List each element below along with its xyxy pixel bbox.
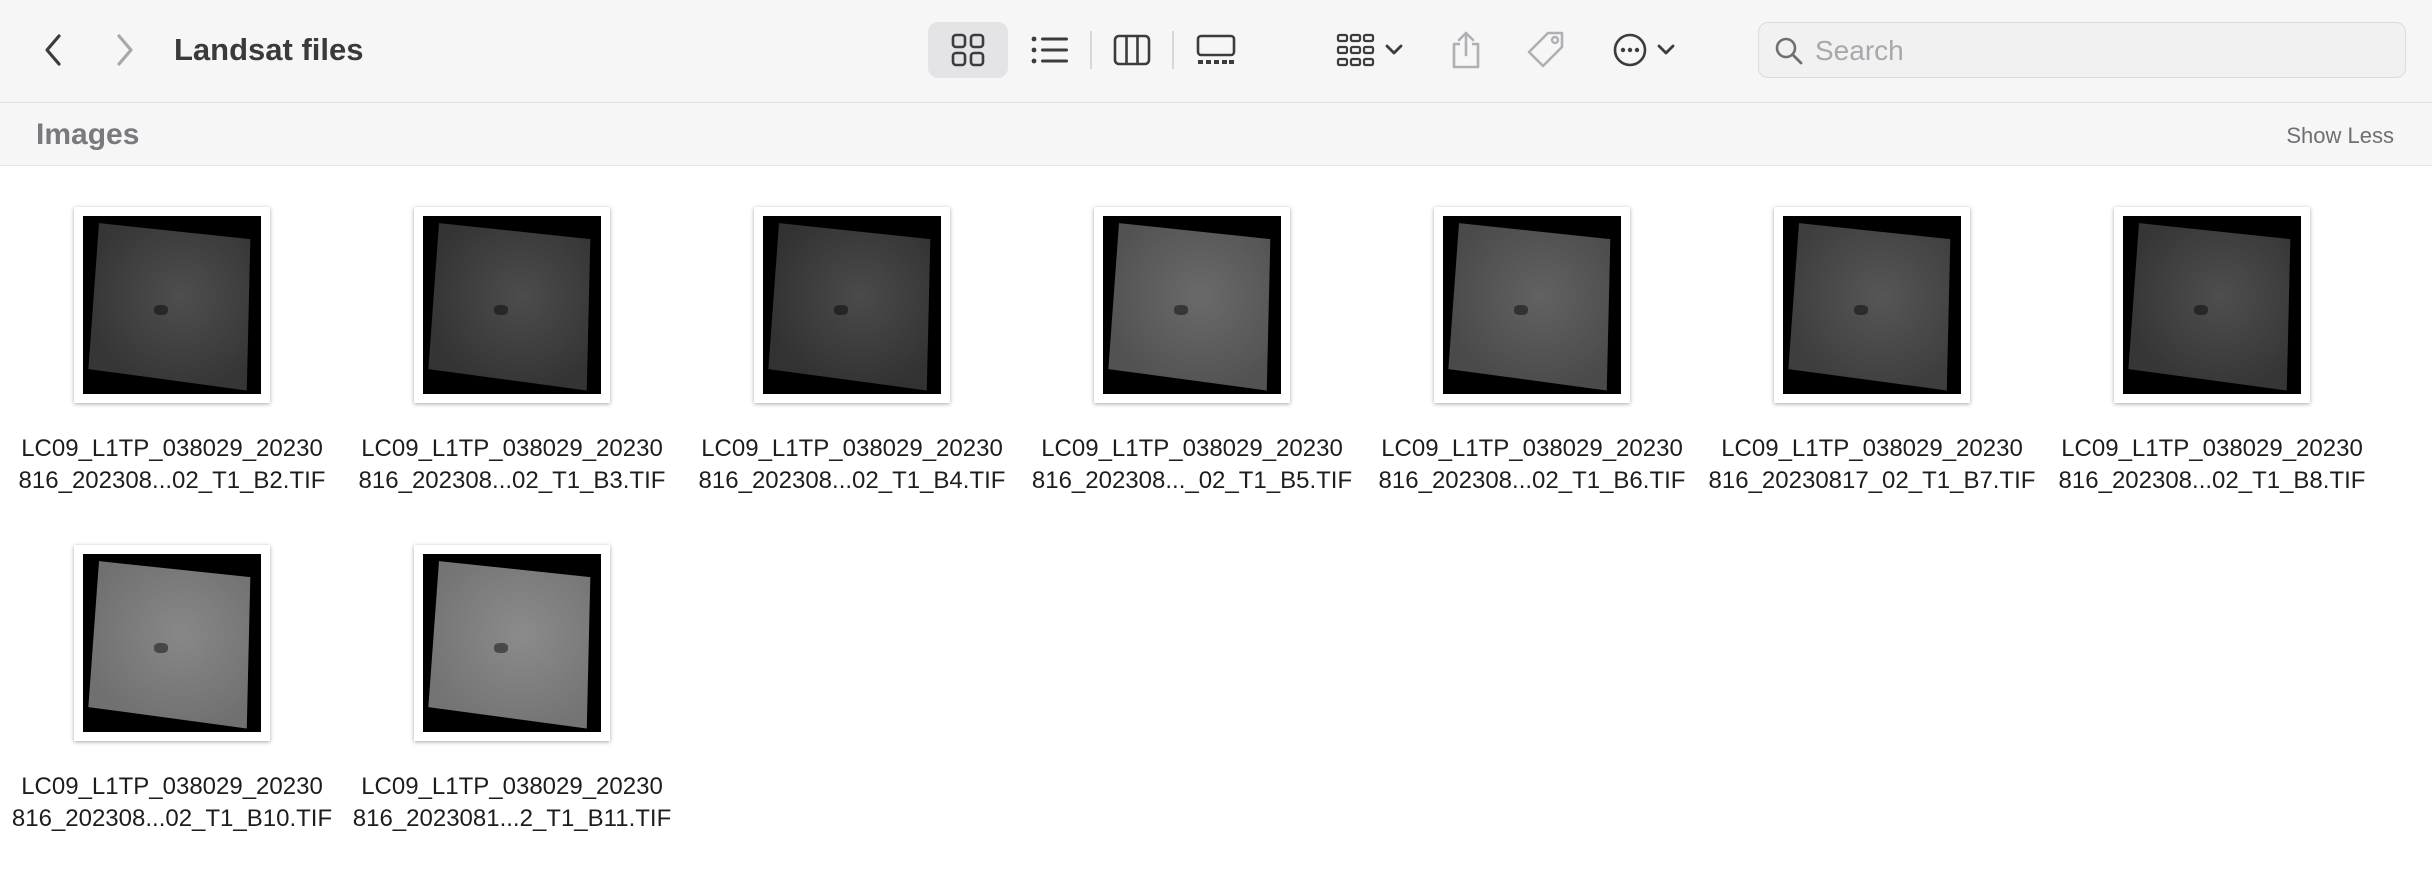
satellite-image-preview bbox=[423, 216, 601, 394]
file-name-line-2: 816_202308...02_T1_B3.TIF bbox=[358, 467, 666, 494]
file-name-line-1: LC09_L1TP_038029_20230 bbox=[361, 435, 663, 462]
list-icon bbox=[1031, 36, 1068, 64]
show-less-button[interactable]: Show Less bbox=[2286, 121, 2394, 151]
file-name: LC09_L1TP_038029_20230 816_202308...02_T1… bbox=[340, 433, 684, 497]
file-name-line-1: LC09_L1TP_038029_20230 bbox=[1041, 435, 1343, 462]
file-item[interactable]: LC09_L1TP_038029_20230 816_202308...02_T1… bbox=[0, 545, 332, 875]
chevron-left-icon bbox=[45, 34, 61, 66]
search-input[interactable] bbox=[1813, 31, 2377, 71]
scene-footprint bbox=[1108, 223, 1271, 391]
tag-button[interactable] bbox=[1518, 22, 1574, 78]
window-title: Landsat files bbox=[174, 32, 364, 67]
file-thumbnail bbox=[74, 545, 270, 741]
file-name-line-1: LC09_L1TP_038029_20230 bbox=[1381, 435, 1683, 462]
group-by-button[interactable] bbox=[1330, 22, 1410, 78]
file-thumbnail bbox=[414, 545, 610, 741]
file-name: LC09_L1TP_038029_20230 816_20230817_02_T1… bbox=[1700, 433, 2044, 497]
file-name-line-2: 816_202308...02_T1_B6.TIF bbox=[1378, 467, 1686, 494]
file-name: LC09_L1TP_038029_20230 816_202308...02_T1… bbox=[0, 433, 344, 497]
view-as-gallery-button[interactable] bbox=[1186, 22, 1246, 78]
satellite-image-preview bbox=[2123, 216, 2301, 394]
file-name: LC09_L1TP_038029_20230 816_202308...02_T1… bbox=[680, 433, 1024, 497]
scene-footprint bbox=[88, 223, 251, 391]
file-item[interactable]: LC09_L1TP_038029_20230 816_202308...02_T1… bbox=[1360, 207, 1690, 537]
file-item[interactable]: LC09_L1TP_038029_20230 816_202308...02_T1… bbox=[680, 207, 1010, 537]
file-name: LC09_L1TP_038029_20230 816_202308...02_T1… bbox=[2040, 433, 2384, 497]
file-name-line-1: LC09_L1TP_038029_20230 bbox=[21, 435, 323, 462]
scene-footprint bbox=[428, 223, 591, 391]
scene-footprint bbox=[88, 561, 251, 729]
satellite-image-preview bbox=[83, 554, 261, 732]
scene-footprint bbox=[428, 561, 591, 729]
scene-footprint bbox=[2128, 223, 2291, 391]
file-name-line-1: LC09_L1TP_038029_20230 bbox=[701, 435, 1003, 462]
toolbar-divider bbox=[1172, 31, 1174, 69]
file-thumbnail bbox=[74, 207, 270, 403]
satellite-image-preview bbox=[423, 554, 601, 732]
file-name-line-2: 816_202308...02_T1_B8.TIF bbox=[2058, 467, 2366, 494]
file-item[interactable]: LC09_L1TP_038029_20230 816_20230817_02_T1… bbox=[1700, 207, 2035, 537]
file-item[interactable]: LC09_L1TP_038029_20230 816_2023081...2_T1… bbox=[340, 545, 671, 875]
file-name: LC09_L1TP_038029_20230 816_2023081...2_T1… bbox=[340, 771, 684, 835]
share-icon bbox=[1452, 31, 1480, 69]
view-as-columns-button[interactable] bbox=[1102, 22, 1162, 78]
file-name-line-1: LC09_L1TP_038029_20230 bbox=[361, 773, 663, 800]
satellite-image-preview bbox=[1103, 216, 1281, 394]
file-name-line-1: LC09_L1TP_038029_20230 bbox=[21, 773, 323, 800]
search-field[interactable] bbox=[1758, 22, 2406, 78]
chevron-down-icon bbox=[1385, 44, 1403, 55]
file-item[interactable]: LC09_L1TP_038029_20230 816_202308..._02_T… bbox=[1020, 207, 1352, 537]
file-name-line-2: 816_2023081...2_T1_B11.TIF bbox=[352, 805, 672, 832]
gallery-icon bbox=[1196, 34, 1236, 64]
file-name: LC09_L1TP_038029_20230 816_202308..._02_T… bbox=[1020, 433, 1364, 497]
file-thumbnail bbox=[1434, 207, 1630, 403]
file-item[interactable]: LC09_L1TP_038029_20230 816_202308...02_T1… bbox=[2040, 207, 2370, 537]
tag-icon bbox=[1527, 31, 1564, 68]
chevron-right-icon bbox=[117, 34, 133, 66]
file-name: LC09_L1TP_038029_20230 816_202308...02_T1… bbox=[0, 771, 344, 835]
file-name-line-2: 816_202308..._02_T1_B5.TIF bbox=[1031, 467, 1353, 494]
section-title: Images bbox=[36, 118, 140, 151]
toolbar-divider bbox=[1090, 31, 1092, 69]
file-name: LC09_L1TP_038029_20230 816_202308...02_T1… bbox=[1360, 433, 1704, 497]
file-thumbnail bbox=[2114, 207, 2310, 403]
file-name-line-2: 816_20230817_02_T1_B7.TIF bbox=[1708, 467, 2036, 494]
back-button[interactable] bbox=[30, 26, 78, 74]
forward-button[interactable] bbox=[100, 26, 148, 74]
grid-icon bbox=[951, 33, 985, 67]
scene-footprint bbox=[1788, 223, 1951, 391]
scene-footprint bbox=[1448, 223, 1611, 391]
chevron-down-icon bbox=[1657, 44, 1675, 55]
file-item[interactable]: LC09_L1TP_038029_20230 816_202308...02_T1… bbox=[0, 207, 330, 537]
file-thumbnail bbox=[1774, 207, 1970, 403]
file-name-line-2: 816_202308...02_T1_B2.TIF bbox=[18, 467, 326, 494]
columns-icon bbox=[1113, 34, 1151, 66]
file-name-line-2: 816_202308...02_T1_B4.TIF bbox=[698, 467, 1006, 494]
scene-footprint bbox=[768, 223, 931, 391]
file-name-line-1: LC09_L1TP_038029_20230 bbox=[2061, 435, 2363, 462]
section-header: Images Show Less bbox=[0, 103, 2432, 166]
ellipsis-circle-icon bbox=[1613, 33, 1647, 67]
share-button[interactable] bbox=[1440, 20, 1492, 80]
view-as-list-button[interactable] bbox=[1020, 22, 1080, 78]
satellite-image-preview bbox=[83, 216, 261, 394]
search-icon bbox=[1775, 37, 1803, 65]
more-actions-button[interactable] bbox=[1604, 22, 1684, 78]
file-name-line-2: 816_202308...02_T1_B10.TIF bbox=[11, 805, 333, 832]
satellite-image-preview bbox=[1443, 216, 1621, 394]
file-thumbnail bbox=[754, 207, 950, 403]
file-thumbnail bbox=[1094, 207, 1290, 403]
satellite-image-preview bbox=[1783, 216, 1961, 394]
satellite-image-preview bbox=[763, 216, 941, 394]
view-as-icons-button[interactable] bbox=[928, 22, 1008, 78]
group-grid-icon bbox=[1336, 33, 1375, 67]
finder-toolbar: Landsat files bbox=[0, 0, 2432, 103]
file-name-line-1: LC09_L1TP_038029_20230 bbox=[1721, 435, 2023, 462]
file-item[interactable]: LC09_L1TP_038029_20230 816_202308...02_T1… bbox=[340, 207, 670, 537]
file-thumbnail bbox=[414, 207, 610, 403]
